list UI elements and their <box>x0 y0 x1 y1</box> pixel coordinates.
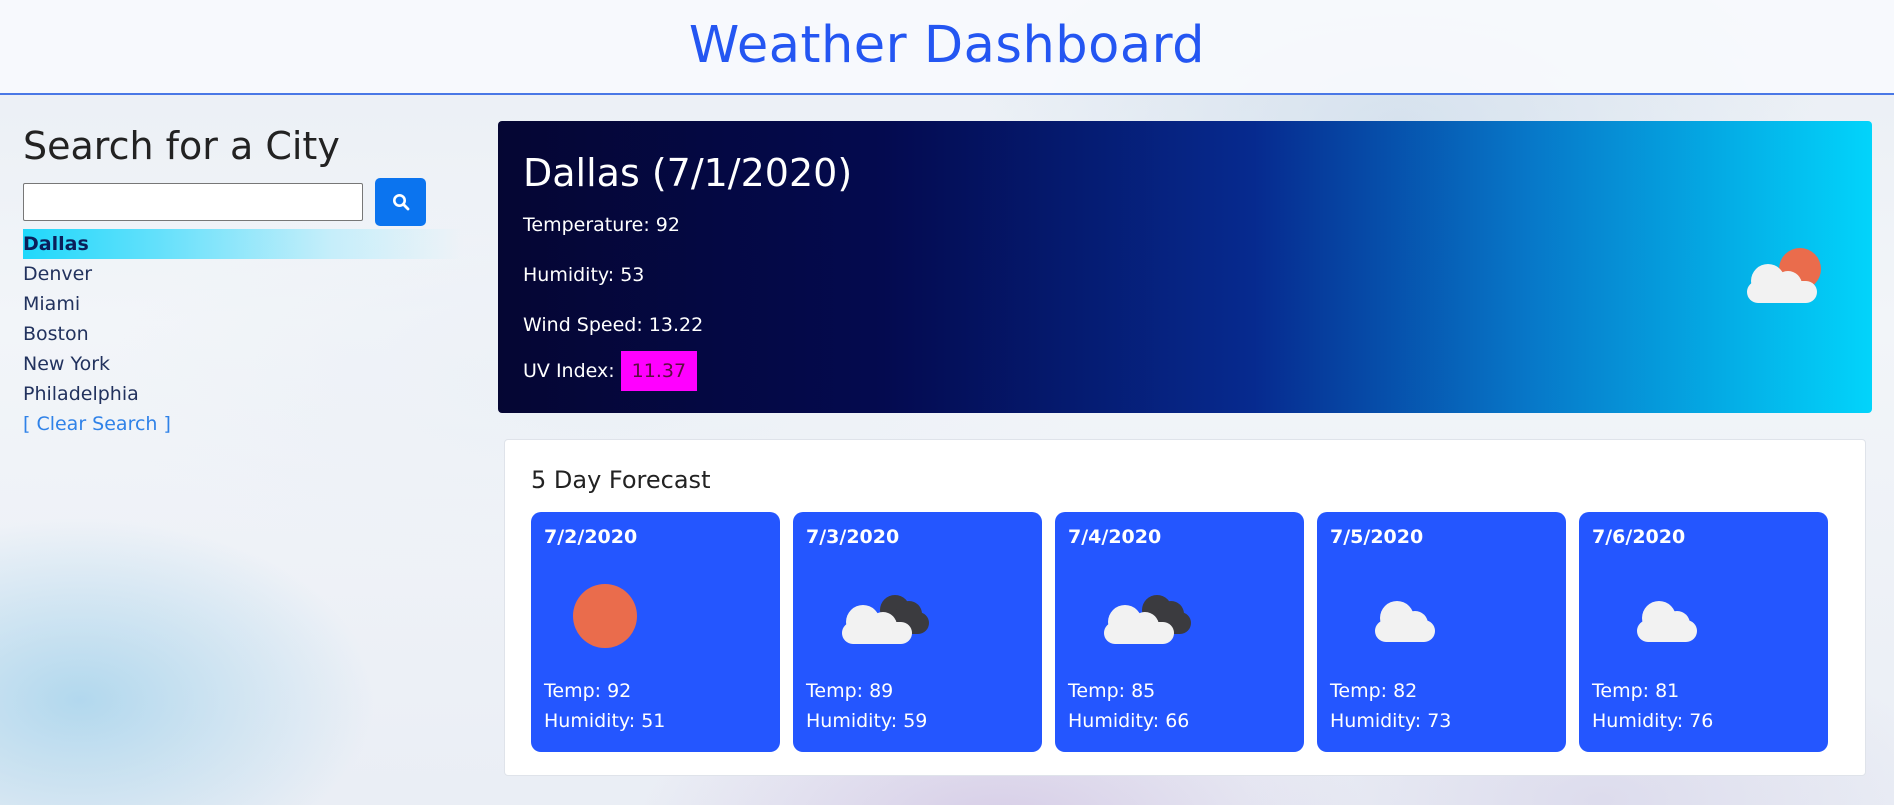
city-item-boston[interactable]: Boston <box>23 319 453 349</box>
forecast-humidity: Humidity: 76 <box>1592 710 1714 732</box>
broken-clouds-icon <box>1095 578 1195 662</box>
city-item-philadelphia[interactable]: Philadelphia <box>23 379 453 409</box>
search-button[interactable] <box>375 178 426 226</box>
forecast-date: 7/4/2020 <box>1068 526 1162 548</box>
search-panel: Search for a City Dallas Denver Miami Bo… <box>23 120 463 439</box>
forecast-card: 7/5/2020 Temp: 82 Humidity: 73 <box>1317 512 1566 752</box>
sun-icon <box>571 578 661 662</box>
forecast-temp: Temp: 89 <box>806 680 894 702</box>
city-history-list: Dallas Denver Miami Boston New York Phil… <box>23 229 463 409</box>
search-row <box>23 178 453 226</box>
forecast-temp: Temp: 92 <box>544 680 632 702</box>
forecast-heading: 5 Day Forecast <box>531 466 711 494</box>
current-temperature: Temperature: 92 <box>523 214 680 236</box>
search-icon <box>392 194 409 211</box>
forecast-card: 7/4/2020 Temp: 85 Humidity: 66 <box>1055 512 1304 752</box>
city-search-input[interactable] <box>23 183 363 221</box>
forecast-humidity: Humidity: 73 <box>1330 710 1452 732</box>
cloud-icon <box>1357 578 1457 662</box>
uv-index-badge: 11.37 <box>620 351 698 391</box>
search-heading: Search for a City <box>23 124 340 168</box>
forecast-date: 7/2/2020 <box>544 526 638 548</box>
forecast-humidity: Humidity: 66 <box>1068 710 1190 732</box>
forecast-date: 7/6/2020 <box>1592 526 1686 548</box>
forecast-panel: 5 Day Forecast 7/2/2020 Temp: 92 Humidit… <box>504 439 1866 776</box>
broken-clouds-icon <box>833 578 933 662</box>
forecast-date: 7/5/2020 <box>1330 526 1424 548</box>
forecast-temp: Temp: 81 <box>1592 680 1680 702</box>
forecast-card: 7/2/2020 Temp: 92 Humidity: 51 <box>531 512 780 752</box>
current-wind-speed: Wind Speed: 13.22 <box>523 314 704 336</box>
city-item-denver[interactable]: Denver <box>23 259 453 289</box>
forecast-temp: Temp: 85 <box>1068 680 1156 702</box>
city-item-miami[interactable]: Miami <box>23 289 453 319</box>
forecast-date: 7/3/2020 <box>806 526 900 548</box>
forecast-temp: Temp: 82 <box>1330 680 1418 702</box>
clear-search-link[interactable]: [ Clear Search ] <box>23 409 453 439</box>
page-header: Weather Dashboard <box>0 0 1894 95</box>
uv-index-row: UV Index: 11.37 <box>523 351 1847 391</box>
forecast-humidity: Humidity: 51 <box>544 710 666 732</box>
forecast-card: 7/6/2020 Temp: 81 Humidity: 76 <box>1579 512 1828 752</box>
cloud-icon <box>1619 578 1719 662</box>
current-city-title: Dallas (7/1/2020) <box>523 151 853 195</box>
current-weather-card: Dallas (7/1/2020) Temperature: 92 Humidi… <box>498 121 1872 413</box>
city-item-new-york[interactable]: New York <box>23 349 453 379</box>
uv-index-label: UV Index: <box>523 360 615 382</box>
forecast-card: 7/3/2020 Temp: 89 Humidity: 59 <box>793 512 1042 752</box>
partly-cloudy-day-icon <box>1738 243 1828 311</box>
page-title: Weather Dashboard <box>688 16 1206 75</box>
city-item-dallas[interactable]: Dallas <box>23 229 463 259</box>
current-humidity: Humidity: 53 <box>523 264 645 286</box>
forecast-humidity: Humidity: 59 <box>806 710 928 732</box>
